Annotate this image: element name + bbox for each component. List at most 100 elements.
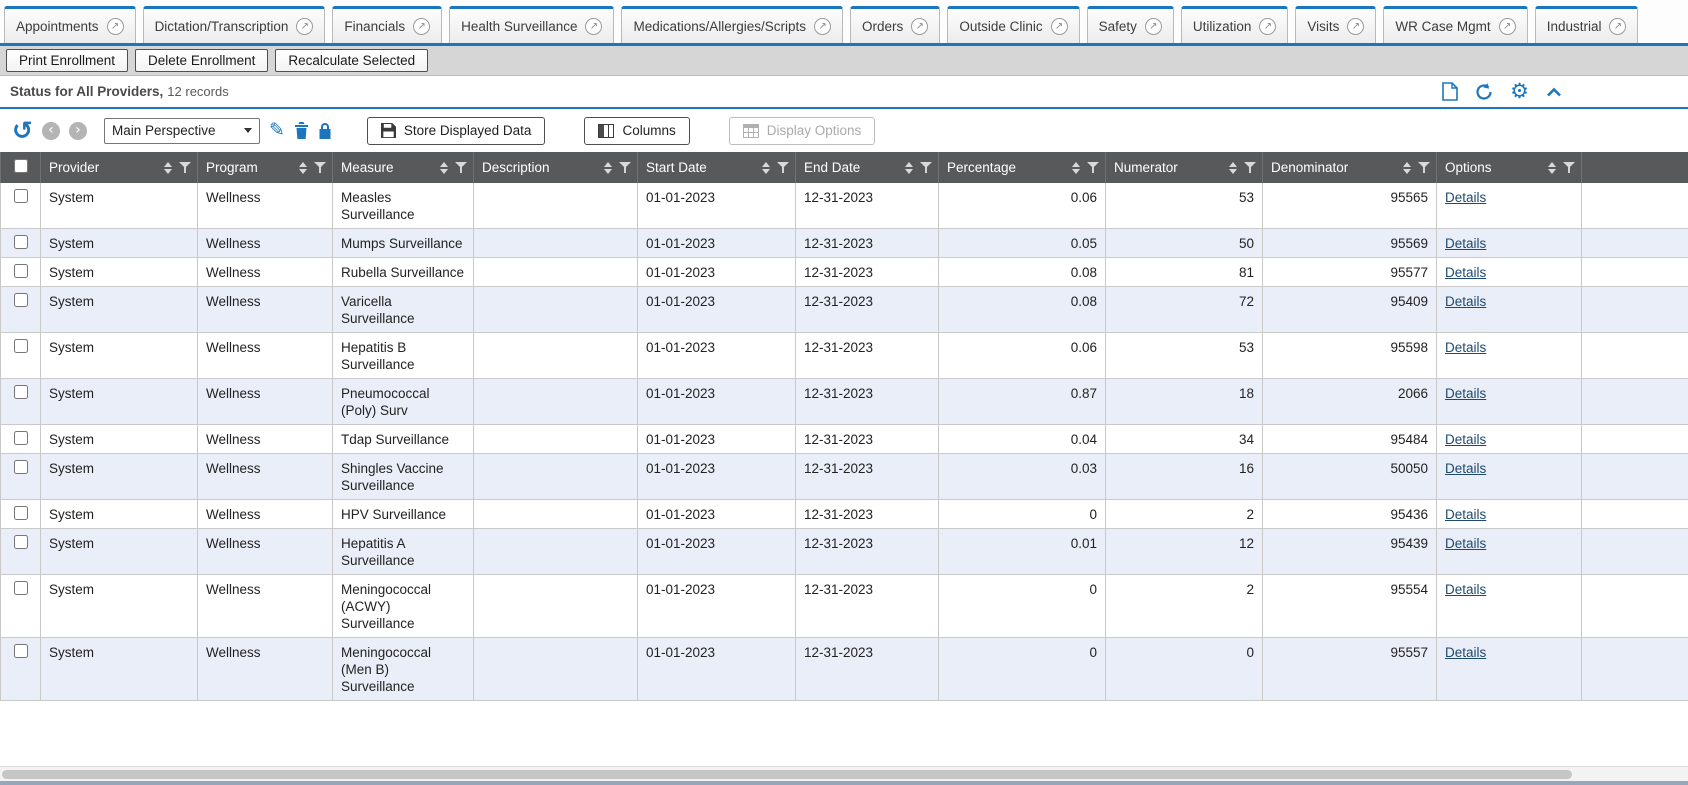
print-enrollment-button[interactable]: Print Enrollment <box>6 49 128 72</box>
column-header-description[interactable]: Description <box>474 152 638 183</box>
row-checkbox[interactable] <box>14 339 28 353</box>
column-header-program[interactable]: Program <box>198 152 333 183</box>
undo-icon[interactable]: ↺ <box>12 118 33 143</box>
sort-icon[interactable] <box>164 162 172 174</box>
row-checkbox[interactable] <box>14 293 28 307</box>
filter-icon[interactable] <box>1418 162 1430 173</box>
details-link[interactable]: Details <box>1445 507 1486 522</box>
row-checkbox[interactable] <box>14 644 28 658</box>
module-tab-dictation-transcription[interactable]: Dictation/Transcription↗ <box>143 6 326 43</box>
column-header-percentage[interactable]: Percentage <box>939 152 1106 183</box>
lock-perspective-icon[interactable] <box>318 122 332 139</box>
module-tab-appointments[interactable]: Appointments↗ <box>4 6 136 43</box>
popout-icon[interactable]: ↗ <box>1051 18 1068 35</box>
sort-icon[interactable] <box>1548 162 1556 174</box>
details-link[interactable]: Details <box>1445 190 1486 205</box>
popout-icon[interactable]: ↗ <box>814 18 831 35</box>
cell-options: Details <box>1437 575 1582 638</box>
sort-icon[interactable] <box>1403 162 1411 174</box>
popout-icon[interactable]: ↗ <box>413 18 430 35</box>
row-checkbox[interactable] <box>14 506 28 520</box>
module-tab-orders[interactable]: Orders↗ <box>850 6 940 43</box>
horizontal-scrollbar[interactable] <box>0 766 1688 781</box>
back-icon[interactable]: ‹ <box>42 122 60 140</box>
popout-icon[interactable]: ↗ <box>1499 18 1516 35</box>
column-header-options[interactable]: Options <box>1437 152 1582 183</box>
filter-icon[interactable] <box>1563 162 1575 173</box>
edit-perspective-icon[interactable]: ✎ <box>269 121 285 140</box>
collapse-panel-icon[interactable] <box>1546 87 1562 97</box>
details-link[interactable]: Details <box>1445 645 1486 660</box>
popout-icon[interactable]: ↗ <box>585 18 602 35</box>
sort-icon[interactable] <box>1072 162 1080 174</box>
details-link[interactable]: Details <box>1445 294 1486 309</box>
module-tab-financials[interactable]: Financials↗ <box>332 6 442 43</box>
details-link[interactable]: Details <box>1445 340 1486 355</box>
filter-icon[interactable] <box>920 162 932 173</box>
gear-icon[interactable]: ⚙ <box>1510 81 1529 102</box>
new-document-icon[interactable] <box>1442 82 1458 101</box>
details-link[interactable]: Details <box>1445 236 1486 251</box>
perspective-select[interactable]: Main Perspective <box>104 118 260 144</box>
refresh-icon[interactable] <box>1475 83 1493 101</box>
sort-icon[interactable] <box>1229 162 1237 174</box>
sort-icon[interactable] <box>905 162 913 174</box>
filter-icon[interactable] <box>455 162 467 173</box>
row-select-cell <box>1 229 41 258</box>
module-tab-safety[interactable]: Safety↗ <box>1087 6 1174 43</box>
columns-button[interactable]: Columns <box>584 117 689 145</box>
module-tab-medications-allergies-scripts[interactable]: Medications/Allergies/Scripts↗ <box>621 6 843 43</box>
filter-icon[interactable] <box>1087 162 1099 173</box>
filter-icon[interactable] <box>619 162 631 173</box>
filter-icon[interactable] <box>777 162 789 173</box>
sort-icon[interactable] <box>762 162 770 174</box>
row-checkbox[interactable] <box>14 235 28 249</box>
column-header-measure[interactable]: Measure <box>333 152 474 183</box>
sort-icon[interactable] <box>604 162 612 174</box>
popout-icon[interactable]: ↗ <box>296 18 313 35</box>
filter-icon[interactable] <box>179 162 191 173</box>
module-tab-health-surveillance[interactable]: Health Surveillance↗ <box>449 6 614 43</box>
row-checkbox[interactable] <box>14 535 28 549</box>
module-tab-visits[interactable]: Visits↗ <box>1295 6 1376 43</box>
display-options-button[interactable]: Display Options <box>729 117 876 145</box>
row-checkbox[interactable] <box>14 189 28 203</box>
module-tab-wr-case-mgmt[interactable]: WR Case Mgmt↗ <box>1383 6 1527 43</box>
popout-icon[interactable]: ↗ <box>911 18 928 35</box>
column-header-provider[interactable]: Provider <box>41 152 198 183</box>
filter-icon[interactable] <box>1244 162 1256 173</box>
delete-enrollment-button[interactable]: Delete Enrollment <box>135 49 268 72</box>
popout-icon[interactable]: ↗ <box>1145 18 1162 35</box>
column-header-denominator[interactable]: Denominator <box>1263 152 1437 183</box>
row-checkbox[interactable] <box>14 264 28 278</box>
store-displayed-data-button[interactable]: Store Displayed Data <box>367 117 546 145</box>
module-tab-industrial[interactable]: Industrial↗ <box>1535 6 1639 43</box>
row-checkbox[interactable] <box>14 385 28 399</box>
filter-icon[interactable] <box>314 162 326 173</box>
recalculate-selected-button[interactable]: Recalculate Selected <box>275 49 428 72</box>
popout-icon[interactable]: ↗ <box>107 18 124 35</box>
details-link[interactable]: Details <box>1445 386 1486 401</box>
details-link[interactable]: Details <box>1445 536 1486 551</box>
column-header-numerator[interactable]: Numerator <box>1106 152 1263 183</box>
delete-perspective-icon[interactable] <box>294 122 309 139</box>
details-link[interactable]: Details <box>1445 582 1486 597</box>
column-header-start-date[interactable]: Start Date <box>638 152 796 183</box>
row-checkbox[interactable] <box>14 431 28 445</box>
details-link[interactable]: Details <box>1445 461 1486 476</box>
popout-icon[interactable]: ↗ <box>1347 18 1364 35</box>
details-link[interactable]: Details <box>1445 265 1486 280</box>
details-link[interactable]: Details <box>1445 432 1486 447</box>
module-tab-utilization[interactable]: Utilization↗ <box>1181 6 1289 43</box>
sort-icon[interactable] <box>299 162 307 174</box>
sort-icon[interactable] <box>440 162 448 174</box>
popout-icon[interactable]: ↗ <box>1609 18 1626 35</box>
module-tab-outside-clinic[interactable]: Outside Clinic↗ <box>947 6 1079 43</box>
popout-icon[interactable]: ↗ <box>1259 18 1276 35</box>
row-checkbox[interactable] <box>14 460 28 474</box>
forward-icon[interactable]: › <box>69 122 87 140</box>
scrollbar-thumb[interactable] <box>2 770 1572 779</box>
column-header-end-date[interactable]: End Date <box>796 152 939 183</box>
row-checkbox[interactable] <box>14 581 28 595</box>
select-all-checkbox[interactable] <box>14 159 28 173</box>
